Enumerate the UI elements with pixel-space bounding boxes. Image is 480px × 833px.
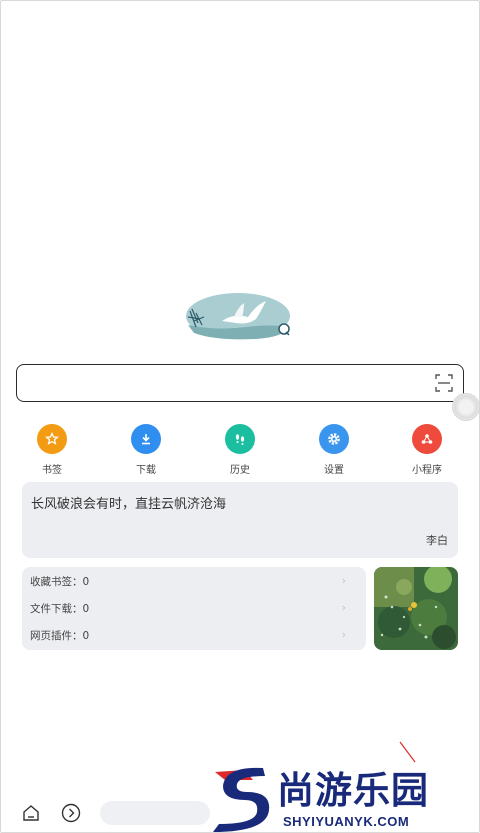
stat-row-downloads[interactable]: 文件下载：0 › — [30, 601, 360, 619]
quick-action-mini-programs[interactable]: 小程序 — [397, 424, 457, 476]
stat-label: 收藏书签：0 — [30, 576, 90, 588]
quote-author: 李白 — [426, 534, 448, 547]
quick-action-label: 小程序 — [412, 465, 442, 476]
stat-label: 网页插件：0 — [30, 630, 90, 642]
quick-action-label: 书签 — [42, 465, 62, 476]
chevron-right-icon: › — [341, 601, 346, 614]
quick-action-downloads[interactable]: 下载 — [116, 424, 176, 476]
stat-row-bookmarks[interactable]: 收藏书签：0 › — [30, 574, 360, 592]
quick-action-settings[interactable]: 设置 — [304, 424, 364, 476]
stat-label: 文件下载：0 — [30, 603, 90, 615]
scan-icon[interactable] — [435, 374, 453, 392]
stat-row-plugins[interactable]: 网页插件：0 › — [30, 628, 360, 646]
forward-icon[interactable] — [61, 803, 81, 823]
watermark-cn-text: 尚游乐园 — [277, 769, 429, 812]
footprints-icon — [225, 424, 255, 454]
daily-quote-card[interactable]: 长风破浪会有时，直挂云帆济沧海 李白 — [22, 482, 458, 558]
quick-actions: 书签 下载 历史 设置 小程序 — [0, 424, 480, 476]
address-pill[interactable] — [100, 801, 210, 825]
featured-image[interactable] — [374, 567, 458, 650]
floating-ball-button[interactable] — [452, 393, 480, 421]
search-box[interactable] — [16, 364, 464, 402]
quote-text: 长风破浪会有时，直挂云帆济沧海 — [31, 497, 227, 512]
quick-action-label: 历史 — [230, 465, 250, 476]
stats-card: 收藏书签：0 › 文件下载：0 › 网页插件：0 › — [22, 567, 366, 650]
mini-program-icon — [412, 424, 442, 454]
star-icon — [37, 424, 67, 454]
search-input[interactable] — [29, 371, 429, 395]
watermark-en-text: SHYIYUANYK.COM — [283, 814, 410, 829]
site-watermark: 尚游乐园 SHYIYUANYK.COM — [205, 740, 480, 833]
browser-logo — [186, 293, 290, 340]
quick-action-label: 设置 — [324, 465, 344, 476]
home-icon[interactable] — [21, 803, 41, 823]
quick-action-label: 下载 — [136, 465, 156, 476]
quick-action-history[interactable]: 历史 — [210, 424, 270, 476]
quick-action-bookmarks[interactable]: 书签 — [22, 424, 82, 476]
chevron-right-icon: › — [341, 628, 346, 641]
browser-frame — [0, 0, 480, 833]
chevron-right-icon: › — [341, 574, 346, 587]
gear-icon — [319, 424, 349, 454]
download-icon — [131, 424, 161, 454]
